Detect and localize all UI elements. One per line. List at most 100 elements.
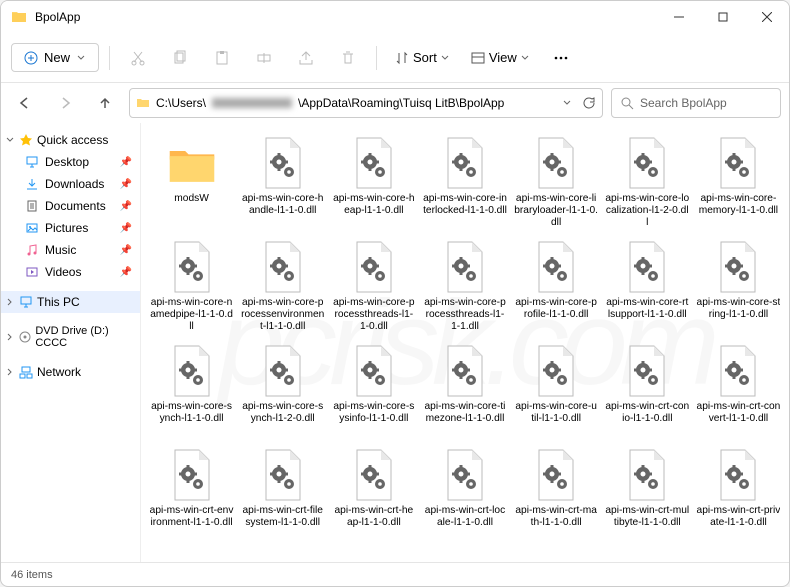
arrow-left-icon	[18, 96, 32, 110]
file-label: api-ms-win-core-rtlsupport-l1-1-0.dll	[605, 297, 689, 333]
addressbar: C:\Users\\AppData\Roaming\Tuisq LitB\Bpo…	[1, 83, 789, 123]
pin-icon: 📌	[120, 157, 132, 168]
chevron-right-icon	[5, 332, 14, 342]
sort-button[interactable]: Sort	[387, 44, 457, 71]
file-label: api-ms-win-core-synch-l1-1-0.dll	[150, 401, 234, 437]
file-label: api-ms-win-core-namedpipe-l1-1-0.dll	[150, 297, 234, 333]
copy-button[interactable]	[162, 40, 198, 76]
titlebar: BpolApp	[1, 1, 789, 33]
dll-icon	[169, 240, 215, 294]
file-label: api-ms-win-core-processthreads-l1-1-1.dl…	[423, 297, 507, 333]
file-item[interactable]: api-ms-win-crt-filesystem-l1-1-0.dll	[238, 443, 327, 545]
search-icon	[620, 96, 634, 110]
chevron-down-icon	[521, 54, 529, 62]
path-suffix: \AppData\Roaming\Tuisq LitB\BpolApp	[298, 96, 504, 110]
rename-button[interactable]	[246, 40, 282, 76]
sidebar-item-desktop[interactable]: Desktop📌	[1, 151, 140, 173]
file-item[interactable]: api-ms-win-core-libraryloader-l1-1-0.dll	[512, 131, 601, 233]
file-item[interactable]: api-ms-win-core-synch-l1-1-0.dll	[147, 339, 236, 441]
file-item[interactable]: api-ms-win-core-profile-l1-1-0.dll	[512, 235, 601, 337]
dvd-drive[interactable]: DVD Drive (D:) CCCC	[1, 321, 140, 353]
file-explorer-window: BpolApp New Sort View	[0, 0, 790, 587]
file-label: api-ms-win-crt-private-l1-1-0.dll	[696, 505, 780, 541]
folder-icon	[11, 9, 27, 25]
file-item[interactable]: api-ms-win-core-timezone-l1-1-0.dll	[420, 339, 509, 441]
file-item[interactable]: api-ms-win-core-interlocked-l1-1-0.dll	[420, 131, 509, 233]
chevron-down-icon	[76, 53, 86, 63]
pictures-icon	[25, 221, 39, 235]
paste-button[interactable]	[204, 40, 240, 76]
new-button[interactable]: New	[11, 43, 99, 72]
file-item[interactable]: api-ms-win-crt-private-l1-1-0.dll	[694, 443, 783, 545]
sidebar-item-pictures[interactable]: Pictures📌	[1, 217, 140, 239]
file-label: api-ms-win-crt-heap-l1-1-0.dll	[332, 505, 416, 541]
network-header[interactable]: Network	[1, 361, 140, 383]
dll-icon	[624, 448, 670, 502]
file-item[interactable]: api-ms-win-core-namedpipe-l1-1-0.dll	[147, 235, 236, 337]
file-item[interactable]: api-ms-win-core-sysinfo-l1-1-0.dll	[329, 339, 418, 441]
file-label: api-ms-win-crt-environment-l1-1-0.dll	[150, 505, 234, 541]
file-label: api-ms-win-core-processenvironment-l1-1-…	[241, 297, 325, 333]
chevron-down-icon[interactable]	[562, 98, 572, 108]
dll-icon	[351, 448, 397, 502]
new-label: New	[44, 50, 70, 65]
sidebar-item-label: Music	[45, 243, 76, 257]
more-icon	[553, 50, 569, 66]
file-item[interactable]: api-ms-win-core-string-l1-1-0.dll	[694, 235, 783, 337]
file-item[interactable]: api-ms-win-core-heap-l1-1-0.dll	[329, 131, 418, 233]
back-button[interactable]	[9, 87, 41, 119]
view-button[interactable]: View	[463, 44, 537, 71]
sidebar: Quick access Desktop📌Downloads📌Documents…	[1, 123, 141, 562]
file-item[interactable]: api-ms-win-crt-environment-l1-1-0.dll	[147, 443, 236, 545]
dll-icon	[715, 240, 761, 294]
file-item[interactable]: api-ms-win-core-processthreads-l1-1-0.dl…	[329, 235, 418, 337]
more-button[interactable]	[543, 40, 579, 76]
file-item[interactable]: api-ms-win-core-util-l1-1-0.dll	[512, 339, 601, 441]
share-button[interactable]	[288, 40, 324, 76]
file-label: api-ms-win-crt-math-l1-1-0.dll	[514, 505, 598, 541]
file-item[interactable]: api-ms-win-core-localization-l1-2-0.dll	[603, 131, 692, 233]
maximize-button[interactable]	[701, 1, 745, 33]
file-item[interactable]: api-ms-win-crt-math-l1-1-0.dll	[512, 443, 601, 545]
folder-icon	[136, 96, 150, 110]
close-button[interactable]	[745, 1, 789, 33]
chevron-down-icon	[5, 135, 15, 145]
file-label: api-ms-win-core-string-l1-1-0.dll	[696, 297, 780, 333]
file-item[interactable]: api-ms-win-core-processenvironment-l1-1-…	[238, 235, 327, 337]
disc-icon	[18, 330, 31, 344]
network-label: Network	[37, 365, 81, 379]
dll-icon	[169, 344, 215, 398]
file-item[interactable]: api-ms-win-core-handle-l1-1-0.dll	[238, 131, 327, 233]
file-item[interactable]: api-ms-win-core-processthreads-l1-1-1.dl…	[420, 235, 509, 337]
chevron-down-icon	[441, 54, 449, 62]
file-item[interactable]: api-ms-win-core-rtlsupport-l1-1-0.dll	[603, 235, 692, 337]
address-input[interactable]: C:\Users\\AppData\Roaming\Tuisq LitB\Bpo…	[129, 88, 603, 118]
cut-button[interactable]	[120, 40, 156, 76]
file-item[interactable]: api-ms-win-crt-heap-l1-1-0.dll	[329, 443, 418, 545]
delete-button[interactable]	[330, 40, 366, 76]
sidebar-item-documents[interactable]: Documents📌	[1, 195, 140, 217]
minimize-button[interactable]	[657, 1, 701, 33]
this-pc-header[interactable]: This PC	[1, 291, 140, 313]
file-item[interactable]: api-ms-win-core-memory-l1-1-0.dll	[694, 131, 783, 233]
view-icon	[471, 51, 485, 65]
file-item[interactable]: api-ms-win-crt-locale-l1-1-0.dll	[420, 443, 509, 545]
file-item[interactable]: api-ms-win-crt-conio-l1-1-0.dll	[603, 339, 692, 441]
refresh-icon[interactable]	[582, 96, 596, 110]
forward-button[interactable]	[49, 87, 81, 119]
up-button[interactable]	[89, 87, 121, 119]
file-item[interactable]: api-ms-win-crt-multibyte-l1-1-0.dll	[603, 443, 692, 545]
folder-item[interactable]: modsW	[147, 131, 236, 233]
dll-icon	[442, 344, 488, 398]
quick-access-header[interactable]: Quick access	[1, 129, 140, 151]
quick-access-label: Quick access	[37, 133, 108, 147]
sidebar-item-music[interactable]: Music📌	[1, 239, 140, 261]
file-label: api-ms-win-crt-convert-l1-1-0.dll	[696, 401, 780, 437]
sidebar-item-videos[interactable]: Videos📌	[1, 261, 140, 283]
dll-icon	[260, 240, 306, 294]
file-item[interactable]: api-ms-win-crt-convert-l1-1-0.dll	[694, 339, 783, 441]
file-item[interactable]: api-ms-win-core-synch-l1-2-0.dll	[238, 339, 327, 441]
sidebar-item-downloads[interactable]: Downloads📌	[1, 173, 140, 195]
search-input[interactable]: Search BpolApp	[611, 88, 781, 118]
content-area[interactable]: pcrisk.com modsWapi-ms-win-core-handle-l…	[141, 123, 789, 562]
